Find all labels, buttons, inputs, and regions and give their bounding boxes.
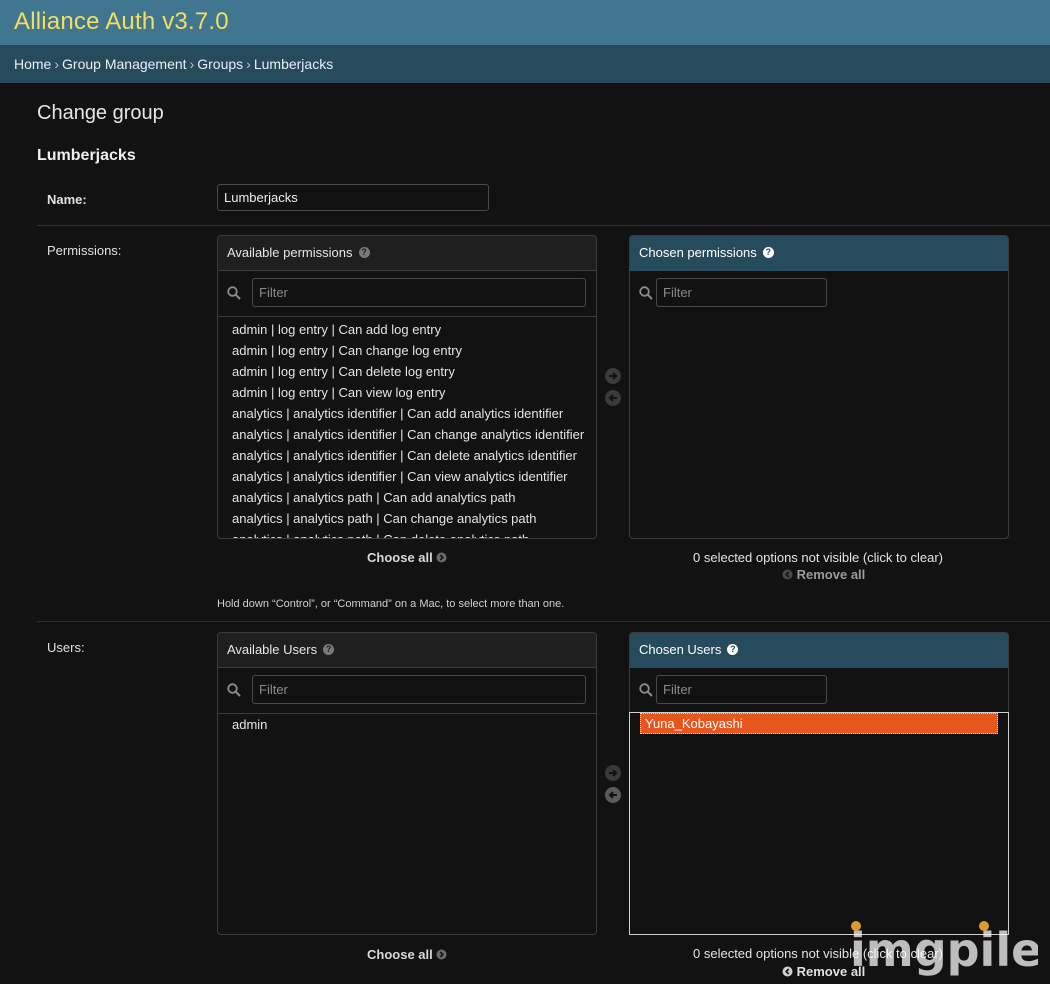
chosen-users-title: Chosen Users <box>639 642 722 657</box>
row-divider <box>37 225 1050 226</box>
choose-all-label: Choose all <box>367 947 433 962</box>
search-icon <box>639 683 653 697</box>
help-icon[interactable]: ? <box>358 247 370 259</box>
search-icon <box>227 683 241 697</box>
breadcrumb-group-management[interactable]: Group Management <box>62 56 187 72</box>
list-item[interactable]: admin | log entry | Can delete log entry <box>232 361 592 382</box>
remove-user-arrow-icon[interactable] <box>604 786 622 804</box>
list-item[interactable]: admin <box>232 714 592 735</box>
chosen-users-panel: Chosen Users? <box>629 632 1009 712</box>
name-input[interactable] <box>217 184 489 211</box>
list-item[interactable]: admin | log entry | Can view log entry <box>232 382 592 403</box>
list-item[interactable]: admin | log entry | Can add log entry <box>232 319 592 340</box>
choose-all-users-button[interactable]: Choose all <box>367 947 447 962</box>
chosen-permissions-filter-area <box>630 270 1008 316</box>
available-users-list[interactable]: admin <box>232 714 592 934</box>
selected-user-option[interactable]: Yuna_Kobayashi <box>640 713 998 734</box>
permissions-label: Permissions: <box>47 243 122 258</box>
breadcrumb-separator: › <box>246 56 251 72</box>
remove-permission-arrow-icon[interactable] <box>604 389 622 407</box>
breadcrumb: Home › Group Management › Groups › Lumberjacks <box>0 45 1050 83</box>
available-permissions-filter-input[interactable] <box>252 278 586 307</box>
search-icon <box>227 286 241 300</box>
permissions-help-text: Hold down “Control”, or “Command” on a M… <box>217 598 565 610</box>
chosen-permissions-title: Chosen permissions <box>639 245 757 260</box>
chosen-users-header: Chosen Users? <box>630 633 1008 668</box>
add-permission-arrow-icon[interactable] <box>604 367 622 385</box>
list-item[interactable]: analytics | analytics identifier | Can d… <box>232 445 592 466</box>
chevron-right-icon <box>436 949 447 960</box>
search-icon <box>639 286 653 300</box>
name-label: Name: <box>47 192 87 207</box>
available-permissions-panel: Available permissions? admin | log entry… <box>217 235 597 539</box>
available-permissions-title: Available permissions <box>227 245 353 260</box>
site-header: Alliance Auth v3.7.0 <box>0 0 1050 45</box>
chevron-right-icon <box>436 552 447 563</box>
list-item[interactable]: admin | log entry | Can change log entry <box>232 340 592 361</box>
list-item[interactable]: analytics | analytics path | Can delete … <box>232 529 592 538</box>
available-users-panel: Available Users? admin <box>217 632 597 935</box>
help-icon[interactable]: ? <box>323 644 335 656</box>
page-title: Change group <box>37 102 164 124</box>
list-item[interactable]: analytics | analytics path | Can add ana… <box>232 487 592 508</box>
choose-all-permissions-button[interactable]: Choose all <box>367 550 447 565</box>
available-users-filter-input[interactable] <box>252 675 586 704</box>
chevron-left-icon <box>782 966 793 977</box>
breadcrumb-separator: › <box>54 56 60 72</box>
available-users-header: Available Users? <box>218 633 596 668</box>
list-item[interactable]: analytics | analytics identifier | Can a… <box>232 403 592 424</box>
object-title: Lumberjacks <box>37 147 136 164</box>
row-divider <box>37 621 1050 622</box>
chosen-users-filter-input[interactable] <box>656 675 827 704</box>
users-label: Users: <box>47 640 85 655</box>
list-item[interactable]: analytics | analytics path | Can change … <box>232 508 592 529</box>
breadcrumb-groups[interactable]: Groups <box>197 56 243 72</box>
list-item[interactable]: analytics | analytics identifier | Can c… <box>232 424 592 445</box>
chosen-permissions-header: Chosen permissions? <box>630 236 1008 271</box>
chosen-permissions-filter-input[interactable] <box>656 278 827 307</box>
available-permissions-header: Available permissions? <box>218 236 596 271</box>
remove-all-permissions-button[interactable]: Remove all <box>782 567 865 582</box>
help-icon[interactable]: ? <box>727 644 739 656</box>
list-item[interactable]: analytics | analytics identifier | Can v… <box>232 466 592 487</box>
help-icon[interactable]: ? <box>762 247 774 259</box>
breadcrumb-home[interactable]: Home <box>14 56 51 72</box>
chosen-users-filter-area <box>630 667 1008 712</box>
available-users-title: Available Users <box>227 642 318 657</box>
chosen-permissions-panel: Chosen permissions? <box>629 235 1009 539</box>
available-permissions-list[interactable]: admin | log entry | Can add log entry ad… <box>232 319 592 538</box>
breadcrumb-separator: › <box>189 56 195 72</box>
watermark-text: imgpile <box>850 923 1038 977</box>
chevron-left-icon <box>782 569 793 580</box>
permissions-filter-area <box>218 270 596 317</box>
breadcrumb-current: Lumberjacks <box>253 56 334 72</box>
remove-all-label: Remove all <box>796 567 866 582</box>
permissions-clear-hidden-link[interactable]: 0 selected options not visible (click to… <box>693 550 943 565</box>
site-title[interactable]: Alliance Auth v3.7.0 <box>14 8 229 36</box>
add-user-arrow-icon[interactable] <box>604 764 622 782</box>
watermark-logo: imgpile <box>850 921 1038 977</box>
users-filter-area <box>218 667 596 714</box>
chosen-users-list[interactable]: Yuna_Kobayashi <box>629 712 1009 935</box>
choose-all-label: Choose all <box>367 550 433 565</box>
